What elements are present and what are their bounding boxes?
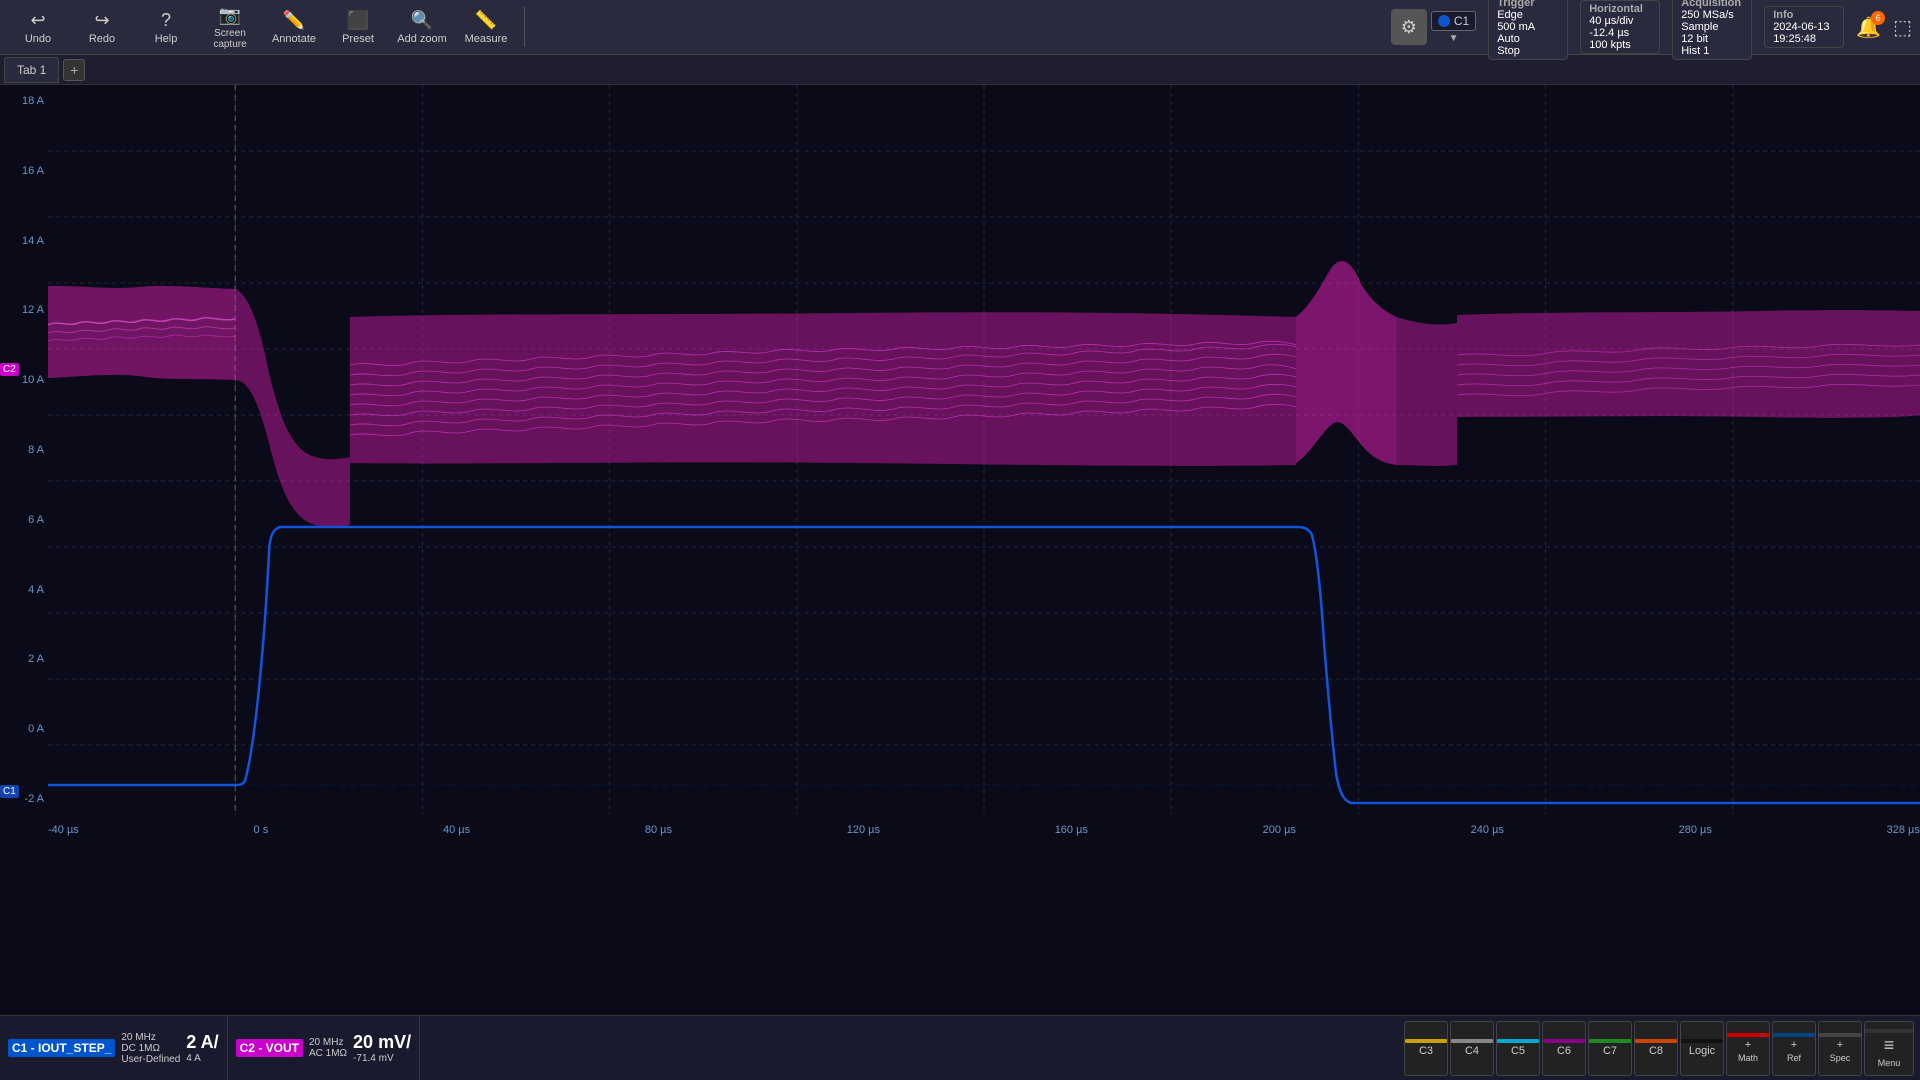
c5-button[interactable]: C5: [1496, 1021, 1540, 1076]
c8-color-strip: [1635, 1039, 1677, 1043]
math-button[interactable]: + Math: [1726, 1021, 1770, 1076]
c4-color-strip: [1451, 1039, 1493, 1043]
add-zoom-button[interactable]: 🔍 Add zoom: [392, 3, 452, 51]
zoom-icon: 🔍: [411, 10, 433, 31]
ch1-scale: 2 A/ 4 A: [186, 1032, 218, 1064]
scope-canvas: [48, 85, 1920, 815]
c3-button[interactable]: C3: [1404, 1021, 1448, 1076]
redo-icon: ↪: [94, 10, 109, 31]
redo-button[interactable]: ↪ Redo: [72, 3, 132, 51]
top-right-panels: ⚙ C1 ▼ Trigger Edge 500 mA Auto Stop Hor…: [1391, 0, 1912, 60]
c8-button[interactable]: C8: [1634, 1021, 1678, 1076]
channel-selector[interactable]: C1: [1431, 11, 1476, 31]
preset-button[interactable]: ⬛ Preset: [328, 3, 388, 51]
channel-buttons: C3 C4 C5 C6 C7 C8 Logic + Math: [1398, 1016, 1920, 1080]
preset-icon: ⬛: [347, 10, 369, 31]
help-button[interactable]: ? Help: [136, 3, 196, 51]
acquisition-panel: Acquisition 250 MSa/s Sample 12 bit Hist…: [1672, 0, 1752, 60]
ch1-label[interactable]: C1 - IOUT_STEP_: [8, 1039, 115, 1057]
spec-color-strip: [1819, 1033, 1861, 1037]
tab-1[interactable]: Tab 1: [4, 57, 59, 83]
annotate-button[interactable]: ✏️ Annotate: [264, 3, 324, 51]
ch2-settings: 20 MHz AC 1MΩ: [309, 1037, 347, 1059]
c4-button[interactable]: C4: [1450, 1021, 1494, 1076]
spec-button[interactable]: + Spec: [1818, 1021, 1862, 1076]
undo-button[interactable]: ↩ Undo: [8, 3, 68, 51]
c3-color-strip: [1405, 1039, 1447, 1043]
ref-button[interactable]: + Ref: [1772, 1021, 1816, 1076]
help-icon: ?: [161, 10, 171, 31]
camera-icon: 📷: [219, 5, 241, 26]
x-axis: -40 µs 0 s 40 µs 80 µs 120 µs 160 µs 200…: [48, 815, 1920, 845]
c7-button[interactable]: C7: [1588, 1021, 1632, 1076]
main-area: ▼ C2 C1 TA 18 A 16 A 14 A 12 A 10 A 8 A …: [0, 85, 1920, 1015]
horizontal-panel: Horizontal 40 µs/div -12.4 µs 100 kpts: [1580, 0, 1660, 54]
add-tab-button[interactable]: +: [63, 59, 85, 81]
ch1-settings: 20 MHz DC 1MΩ User-Defined: [121, 1032, 180, 1065]
math-color-strip: [1727, 1033, 1769, 1037]
notification-bell[interactable]: 🔔 6: [1856, 15, 1881, 40]
logic-color-strip: [1681, 1039, 1723, 1043]
measure-icon: 📏: [475, 10, 497, 31]
menu-color-strip: [1865, 1029, 1913, 1033]
c6-button[interactable]: C6: [1542, 1021, 1586, 1076]
share-button[interactable]: ⬚: [1893, 15, 1912, 40]
ch2-info-block: C2 - VOUT 20 MHz AC 1MΩ 20 mV/ -71.4 mV: [228, 1016, 420, 1080]
logic-button[interactable]: Logic: [1680, 1021, 1724, 1076]
ch2-label[interactable]: C2 - VOUT: [236, 1039, 303, 1057]
bottom-bar: C1 - IOUT_STEP_ 20 MHz DC 1MΩ User-Defin…: [0, 1015, 1920, 1080]
c6-color-strip: [1543, 1039, 1585, 1043]
scope-area: ▼ C2 C1 TA 18 A 16 A 14 A 12 A 10 A 8 A …: [0, 85, 1920, 1015]
c5-color-strip: [1497, 1039, 1539, 1043]
toolbar-divider: [524, 7, 525, 47]
ch2-scale: 20 mV/ -71.4 mV: [353, 1032, 411, 1064]
undo-icon: ↩: [30, 10, 45, 31]
info-panel: Info 2024-06-13 19:25:48: [1764, 6, 1844, 48]
y-axis: 18 A 16 A 14 A 12 A 10 A 8 A 6 A 4 A 2 A…: [0, 85, 48, 815]
settings-button[interactable]: ⚙: [1391, 9, 1427, 45]
channel-dropdown-arrow[interactable]: ▼: [1449, 33, 1459, 44]
ref-color-strip: [1773, 1033, 1815, 1037]
trigger-panel: Trigger Edge 500 mA Auto Stop: [1488, 0, 1568, 60]
scope-svg: [48, 85, 1920, 815]
c7-color-strip: [1589, 1039, 1631, 1043]
channel-dot: [1438, 15, 1450, 27]
measure-button[interactable]: 📏 Measure: [456, 3, 516, 51]
toolbar: ↩ Undo ↪ Redo ? Help 📷 Screencapture ✏️ …: [0, 0, 1920, 55]
menu-button[interactable]: ≡ Menu: [1864, 1021, 1914, 1076]
ch1-info-block: C1 - IOUT_STEP_ 20 MHz DC 1MΩ User-Defin…: [0, 1016, 228, 1080]
pencil-icon: ✏️: [283, 10, 305, 31]
screen-capture-button[interactable]: 📷 Screencapture: [200, 3, 260, 51]
